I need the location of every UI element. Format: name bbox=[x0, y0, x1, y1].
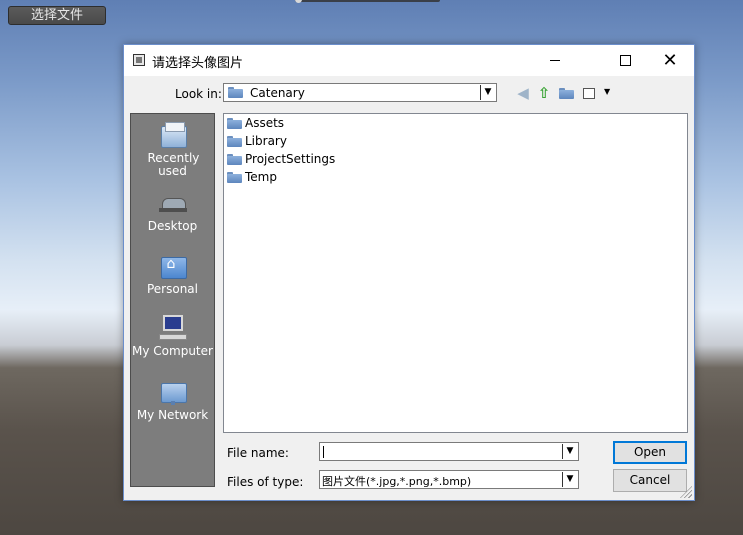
place-personal[interactable]: Personal bbox=[131, 253, 214, 296]
view-menu-icon[interactable] bbox=[581, 85, 597, 101]
open-button[interactable]: Open bbox=[613, 441, 687, 464]
folder-icon bbox=[227, 118, 242, 129]
view-dropdown-arrow-icon[interactable]: ▼ bbox=[604, 87, 610, 96]
place-label: My Network bbox=[136, 408, 209, 422]
dialog-title: 请选择头像图片 bbox=[152, 56, 244, 71]
place-recently-used[interactable]: Recently used bbox=[131, 122, 214, 178]
text-caret bbox=[323, 446, 324, 458]
new-folder-icon[interactable] bbox=[558, 85, 574, 101]
choose-file-button[interactable]: 选择文件 bbox=[8, 6, 106, 25]
look-in-value: Catenary bbox=[250, 86, 305, 100]
file-list[interactable]: Assets Library ProjectSettings Temp bbox=[223, 113, 688, 433]
cancel-button[interactable]: Cancel bbox=[613, 469, 687, 492]
chevron-down-icon[interactable]: ▼ bbox=[562, 472, 577, 487]
list-item[interactable]: Assets bbox=[227, 115, 284, 131]
folder-icon bbox=[227, 136, 242, 147]
scale-slider-strip bbox=[130, 0, 450, 3]
list-item[interactable]: Library bbox=[227, 133, 287, 149]
scale-slider[interactable] bbox=[295, 0, 440, 2]
network-folder-icon bbox=[159, 379, 187, 405]
place-my-network[interactable]: My Network bbox=[131, 379, 214, 422]
place-label: Personal bbox=[146, 282, 198, 296]
back-arrow-icon[interactable]: ◀ bbox=[515, 85, 531, 101]
place-label: My Computer bbox=[132, 344, 213, 358]
desktop-icon bbox=[158, 190, 187, 216]
place-desktop[interactable]: Desktop bbox=[131, 190, 214, 233]
up-folder-icon[interactable]: ⇧ bbox=[536, 85, 552, 101]
maximize-button[interactable] bbox=[602, 45, 648, 76]
chevron-down-icon[interactable]: ▼ bbox=[480, 85, 495, 100]
file-name-label: File name: bbox=[227, 446, 289, 460]
computer-icon bbox=[158, 315, 187, 341]
list-item[interactable]: Temp bbox=[227, 169, 277, 185]
window-app-icon bbox=[133, 54, 145, 66]
file-type-value: 图片文件(*.jpg,*.png,*.bmp) bbox=[322, 475, 472, 488]
list-item[interactable]: ProjectSettings bbox=[227, 151, 335, 167]
look-in-label: Look in: bbox=[175, 87, 222, 101]
minimize-button[interactable] bbox=[532, 45, 578, 76]
recent-folder-icon bbox=[159, 122, 187, 148]
chevron-down-icon[interactable]: ▼ bbox=[562, 444, 577, 459]
file-type-label: Files of type: bbox=[227, 475, 304, 489]
places-bar: Recently used Desktop Personal My Comput… bbox=[130, 113, 215, 487]
place-label: Recently used bbox=[147, 151, 200, 178]
place-my-computer[interactable]: My Computer bbox=[131, 315, 214, 358]
open-file-dialog: 请选择头像图片 ✕ Look in: Catenary ▼ ◀ ⇧ ▼ Rece… bbox=[123, 44, 695, 501]
dialog-titlebar[interactable]: 请选择头像图片 ✕ bbox=[124, 45, 694, 76]
file-name-field[interactable]: ▼ bbox=[319, 442, 579, 461]
folder-icon bbox=[227, 172, 242, 183]
scale-slider-knob[interactable] bbox=[295, 0, 302, 3]
folder-icon bbox=[227, 154, 242, 165]
place-label: Desktop bbox=[147, 219, 198, 233]
look-in-dropdown[interactable]: Catenary ▼ bbox=[223, 83, 497, 102]
close-button[interactable]: ✕ bbox=[647, 45, 693, 76]
home-folder-icon bbox=[159, 253, 187, 279]
folder-icon bbox=[228, 87, 243, 98]
file-type-dropdown[interactable]: 图片文件(*.jpg,*.png,*.bmp) ▼ bbox=[319, 470, 579, 489]
